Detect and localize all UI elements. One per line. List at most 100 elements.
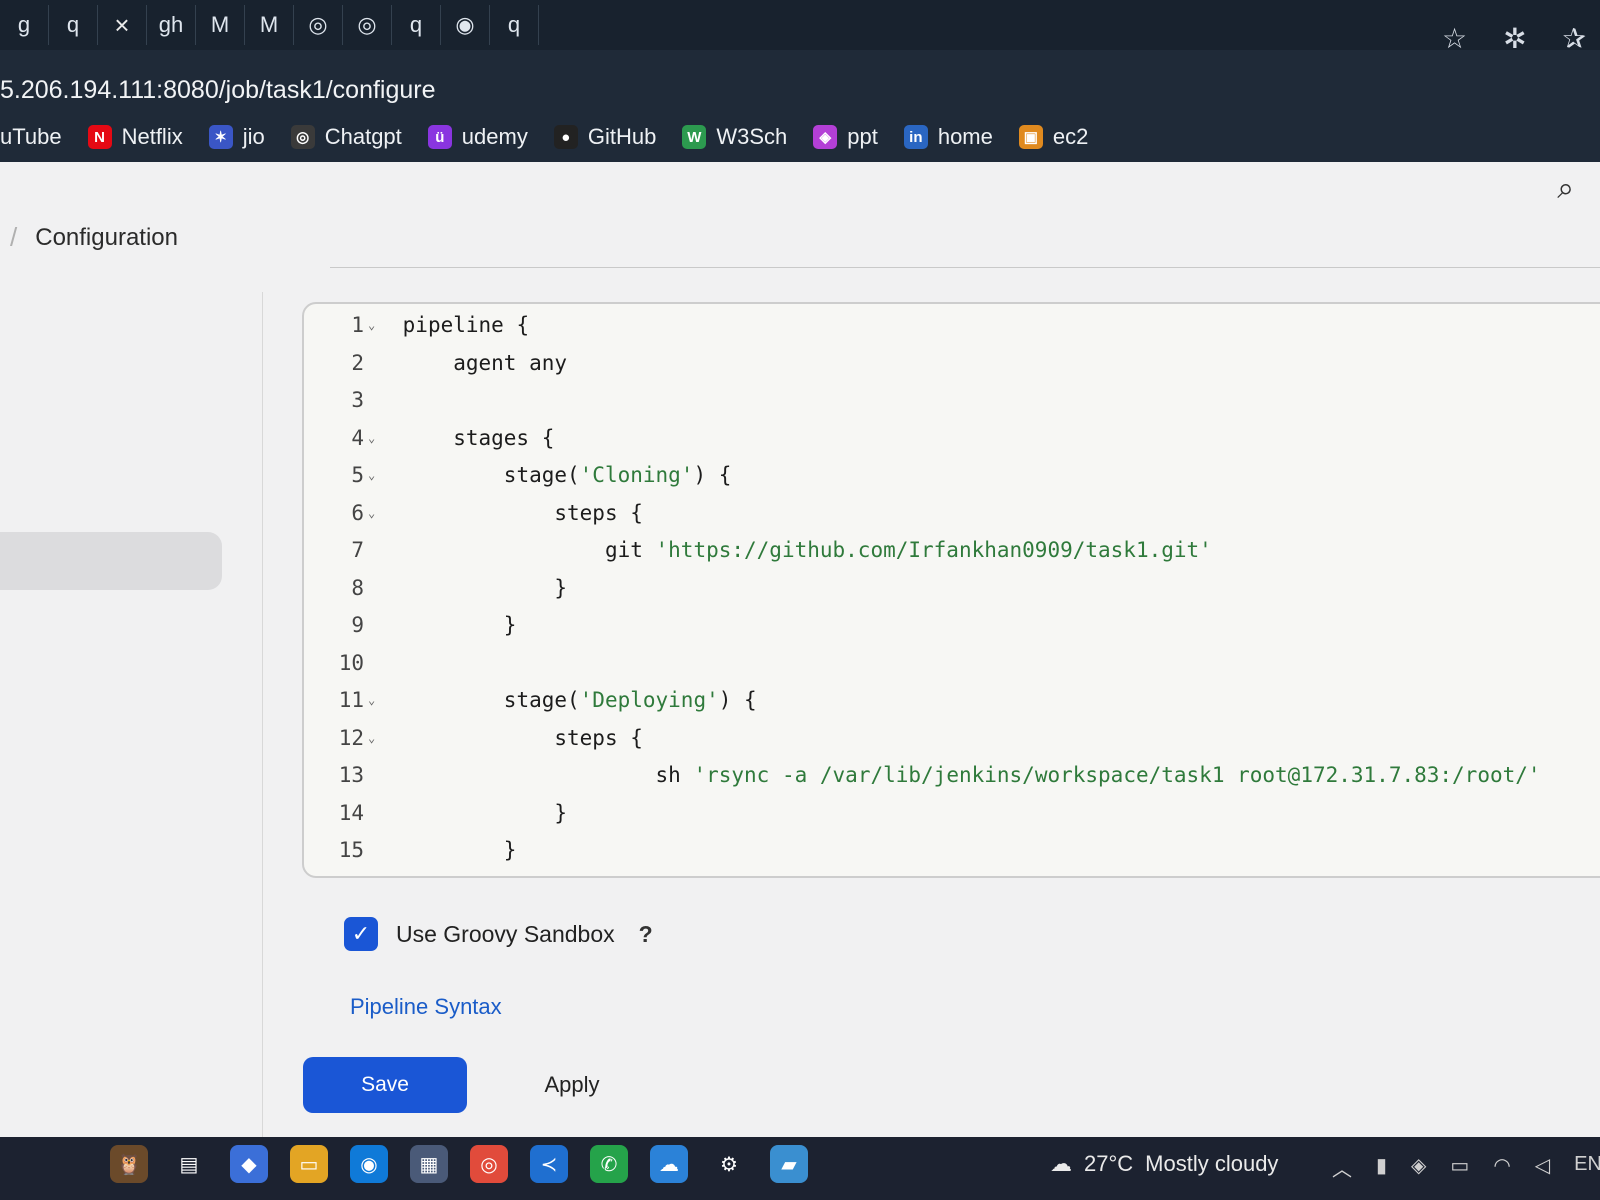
code-line[interactable]: 15 } bbox=[304, 835, 517, 865]
address-bar[interactable]: 5.206.194.111:8080/job/task1/configure bbox=[0, 68, 1460, 112]
browser-tab[interactable]: ◎ bbox=[343, 5, 392, 45]
copilot-icon[interactable]: ◆ bbox=[230, 1145, 268, 1183]
fold-chevron-icon[interactable]: ⌄ bbox=[364, 318, 390, 332]
bookmark-ec2[interactable]: ▣ ec2 bbox=[1018, 124, 1088, 150]
bookmark-label: jio bbox=[242, 124, 265, 149]
owl-widget-icon[interactable]: 🦉 bbox=[110, 1145, 148, 1183]
bookmark-jio[interactable]: ✶ jio bbox=[208, 124, 265, 150]
favorite-star-icon[interactable]: ☆ bbox=[1442, 22, 1467, 55]
bookmark-utube[interactable]: uTube bbox=[0, 124, 62, 150]
notepad-icon[interactable]: ▰ bbox=[770, 1145, 808, 1183]
sidebar-selected-item[interactable] bbox=[0, 532, 222, 590]
sidebar-divider bbox=[262, 292, 263, 1137]
usb-icon[interactable]: ▮ bbox=[1376, 1153, 1387, 1182]
bookmark-home[interactable]: in home bbox=[903, 124, 993, 150]
bookmark-w3sch[interactable]: W W3Sch bbox=[682, 124, 787, 150]
code-line[interactable]: 5 ⌄ stage('Cloning') { bbox=[304, 460, 731, 490]
browser-tab[interactable]: gh bbox=[147, 5, 196, 45]
apply-button[interactable]: Apply bbox=[490, 1057, 654, 1113]
docker-icon[interactable]: ☁ bbox=[650, 1145, 688, 1183]
save-button[interactable]: Save bbox=[303, 1057, 467, 1113]
code-line[interactable]: 2 agent any bbox=[304, 348, 567, 378]
task-view-icon[interactable]: ▤ bbox=[170, 1145, 208, 1183]
ppt-icon: ◈ bbox=[813, 125, 838, 149]
code-line[interactable]: 10 bbox=[304, 648, 403, 678]
fold-chevron-icon[interactable]: ⌄ bbox=[364, 431, 390, 445]
code-line[interactable]: 7 git 'https://github.com/Irfankhan0909/… bbox=[304, 535, 1211, 565]
code-line[interactable]: 14 } bbox=[304, 798, 567, 828]
bookmark-udemy[interactable]: ü udemy bbox=[427, 124, 528, 150]
fold-chevron-icon[interactable]: ⌄ bbox=[364, 731, 390, 745]
extensions-icon[interactable]: ✲ bbox=[1503, 22, 1526, 55]
fold-chevron-icon[interactable]: ⌄ bbox=[364, 693, 390, 707]
whatsapp-icon[interactable]: ✆ bbox=[590, 1145, 628, 1183]
help-icon[interactable]: ? bbox=[639, 921, 653, 948]
pipeline-syntax-link[interactable]: Pipeline Syntax bbox=[350, 994, 502, 1020]
code-token: } bbox=[503, 613, 517, 637]
browser-actions: ☆ ✲ ✰ bbox=[1442, 22, 1586, 55]
code-line[interactable]: 6 ⌄ steps { bbox=[304, 498, 643, 528]
file-explorer-icon[interactable]: ▭ bbox=[290, 1145, 328, 1183]
browser-tab[interactable]: q bbox=[490, 5, 539, 45]
weather-widget[interactable]: ☁ 27°C Mostly cloudy bbox=[1050, 1151, 1278, 1177]
code-line[interactable]: 1 ⌄ pipeline { bbox=[304, 310, 529, 340]
browser-tab[interactable]: q bbox=[392, 5, 441, 45]
close-tab-icon[interactable]: × bbox=[98, 5, 147, 45]
pipeline-script-editor[interactable]: 1 ⌄ pipeline { 2 agent any 3 4 ⌄ stages { 5 ⌄ … bbox=[302, 302, 1600, 878]
bookmarks-bar: uTube N Netflix ✶ jio ◎ Chatgpt ü udemy ● GitHub W W… bbox=[0, 112, 1600, 162]
fold-chevron-icon[interactable]: ⌄ bbox=[364, 468, 390, 482]
code-line[interactable]: 13 sh 'rsync -a /var/lib/jenkins/workspa… bbox=[304, 760, 1541, 790]
aws-icon: ▣ bbox=[1018, 125, 1043, 149]
browser-tab[interactable]: ◎ bbox=[294, 5, 343, 45]
store-icon[interactable]: ▦ bbox=[410, 1145, 448, 1183]
code-token: steps { bbox=[554, 725, 643, 750]
breadcrumb-configuration[interactable]: Configuration bbox=[35, 224, 178, 252]
security-shield-icon[interactable]: ◈ bbox=[1411, 1153, 1426, 1182]
bookmark-chatgpt[interactable]: ◎ Chatgpt bbox=[290, 124, 402, 150]
code-token: sh bbox=[655, 763, 694, 787]
browser-tab[interactable]: ◉ bbox=[441, 5, 490, 45]
chatgpt-icon: ◎ bbox=[290, 125, 315, 149]
browser-tab[interactable]: q bbox=[49, 5, 98, 45]
code-token: ) { bbox=[718, 688, 757, 712]
w3schools-icon: W bbox=[682, 125, 707, 149]
groovy-sandbox-label[interactable]: Use Groovy Sandbox bbox=[396, 921, 615, 948]
bookmark-netflix[interactable]: N Netflix bbox=[87, 124, 183, 150]
code-string: 'Deploying' bbox=[579, 688, 719, 712]
edge-icon[interactable]: ◉ bbox=[350, 1145, 388, 1183]
bookmark-github[interactable]: ● GitHub bbox=[553, 124, 656, 150]
code-line[interactable]: 12 ⌄ steps { bbox=[304, 723, 643, 753]
settings-icon[interactable]: ⚙ bbox=[710, 1145, 748, 1183]
volume-icon[interactable]: ◁ bbox=[1535, 1153, 1550, 1182]
code-line[interactable]: 3 bbox=[304, 385, 403, 415]
favorites-icon[interactable]: ✰ bbox=[1563, 22, 1586, 55]
browser-tab[interactable]: g bbox=[0, 5, 49, 45]
code-line[interactable]: 8 } bbox=[304, 573, 567, 603]
line-number: 4 bbox=[351, 425, 364, 450]
code-line[interactable]: 9 } bbox=[304, 610, 516, 640]
jio-icon: ✶ bbox=[208, 125, 233, 149]
groovy-sandbox-checkbox[interactable]: ✓ bbox=[344, 917, 378, 951]
tray-chevron-icon[interactable]: ︿ bbox=[1332, 1153, 1352, 1182]
vscode-icon[interactable]: ≺ bbox=[530, 1145, 568, 1183]
line-number: 6 bbox=[351, 500, 364, 525]
browser-tab[interactable]: M bbox=[196, 5, 245, 45]
search-icon[interactable]: ⌕ bbox=[1557, 172, 1574, 206]
line-number: 7 bbox=[351, 538, 364, 562]
language-indicator[interactable]: ENG bbox=[1574, 1153, 1600, 1182]
wifi-icon[interactable]: ◠ bbox=[1493, 1153, 1510, 1182]
code-line[interactable]: 4 ⌄ stages { bbox=[304, 423, 554, 453]
fold-chevron-icon[interactable]: ⌄ bbox=[364, 506, 390, 520]
bookmark-label: W3Sch bbox=[716, 124, 788, 149]
line-number: 15 bbox=[338, 838, 364, 862]
code-line[interactable]: 11 ⌄ stage('Deploying') { bbox=[304, 685, 757, 715]
groovy-sandbox-option: ✓ Use Groovy Sandbox ? bbox=[344, 917, 653, 951]
browser-tab[interactable]: M bbox=[245, 5, 294, 45]
bookmark-ppt[interactable]: ◈ ppt bbox=[813, 124, 878, 150]
chrome-icon[interactable]: ◎ bbox=[470, 1145, 508, 1183]
battery-icon[interactable]: ▭ bbox=[1450, 1153, 1469, 1182]
